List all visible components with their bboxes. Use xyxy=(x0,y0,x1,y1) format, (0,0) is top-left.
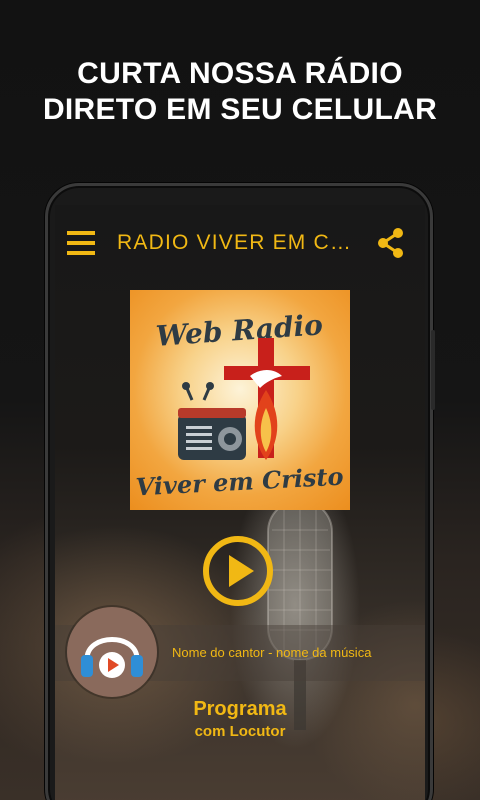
headphones-icon xyxy=(81,637,143,678)
logo-text-bottom: Viver em Cristo xyxy=(135,462,344,502)
station-logo: Web Radio Viver em Cristo xyxy=(130,290,350,510)
app-bar: RADIO VIVER EM CRIS... xyxy=(55,205,425,285)
program-host: com Locutor xyxy=(194,723,286,740)
promo-headline: CURTA NOSSA RÁDIO DIRETO EM SEU CELULAR xyxy=(0,56,480,128)
app-title: RADIO VIVER EM CRIS... xyxy=(117,231,362,254)
logo-text-top: Web Radio xyxy=(155,308,324,353)
play-button[interactable] xyxy=(202,535,274,607)
app-screen: RADIO VIVER EM CRIS... Web Radio xyxy=(55,205,425,800)
promo-line-1: CURTA NOSSA RÁDIO xyxy=(77,57,403,90)
radio-icon xyxy=(178,382,246,460)
share-icon[interactable] xyxy=(375,227,407,259)
promo-line-2: DIRETO EM SEU CELULAR xyxy=(42,93,438,126)
hamburger-menu-icon[interactable] xyxy=(67,231,95,255)
program-avatar xyxy=(67,607,157,697)
now-playing-text: Nome do cantor - nome da música xyxy=(172,645,372,660)
play-icon xyxy=(203,536,273,606)
program-name: Programa xyxy=(193,698,287,720)
phone-side-button xyxy=(431,330,435,410)
